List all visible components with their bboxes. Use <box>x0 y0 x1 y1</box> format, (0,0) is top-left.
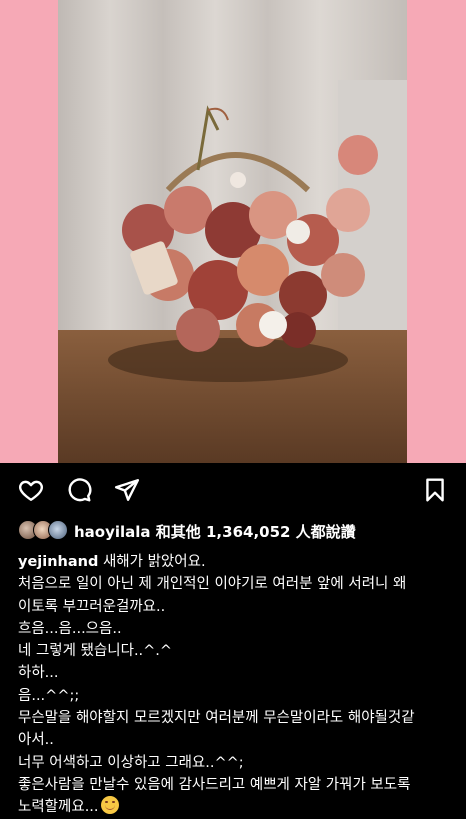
share-button[interactable] <box>112 475 142 505</box>
save-button[interactable] <box>420 475 450 505</box>
bookmark-icon <box>426 478 444 502</box>
caption-line: 하하... <box>18 665 59 682</box>
caption-line: 무슨말을 해야할지 모르겠지만 여러분께 무슨말이라도 해야될것같 <box>18 710 415 727</box>
post-caption: yejinhand 새해가 밝았어요. 처음으로 일이 아닌 제 개인적인 이야… <box>18 551 458 819</box>
liker-avatars <box>18 520 70 542</box>
caption-line: 처음으로 일이 아닌 제 개인적인 이야기로 여러분 앞에 서려니 왜 <box>18 576 407 593</box>
caption-username[interactable]: yejinhand <box>18 554 98 570</box>
send-icon <box>114 479 140 501</box>
avatar <box>48 520 68 540</box>
caption-line: 네 그렇게 됐습니다..^.^ <box>18 643 173 660</box>
caption-line: 좋은사람을 만날수 있음에 감사드리고 예쁘게 자알 가꿔가 보도록 <box>18 776 411 793</box>
caption-line: 흐음...음...으음.. <box>18 620 122 637</box>
caption-first-line: yejinhand 새해가 밝았어요. <box>18 551 458 573</box>
post-photo[interactable] <box>58 0 407 463</box>
caption-line: 노력할께요... <box>18 799 99 816</box>
smiling-face-emoji-icon <box>100 796 119 815</box>
comment-icon <box>68 478 92 502</box>
post-photo-frame <box>0 0 466 463</box>
post-actions-bar <box>0 475 466 511</box>
caption-line: 너무 어색하고 이상하고 그래요..^^; <box>18 754 244 771</box>
likes-summary[interactable]: haoyilala 和其他 1,364,052 人都說讚 <box>18 520 356 542</box>
caption-line: 아서.. <box>18 732 54 749</box>
heart-icon <box>19 480 43 501</box>
caption-line: 이토록 부끄러운걸까요.. <box>18 598 166 615</box>
caption-text: 새해가 밝았어요. <box>98 554 206 570</box>
like-button[interactable] <box>16 475 46 505</box>
comment-button[interactable] <box>64 475 94 505</box>
likes-count-text[interactable]: haoyilala 和其他 1,364,052 人都說讚 <box>74 521 356 542</box>
caption-line: 음...^^;; <box>18 687 80 704</box>
